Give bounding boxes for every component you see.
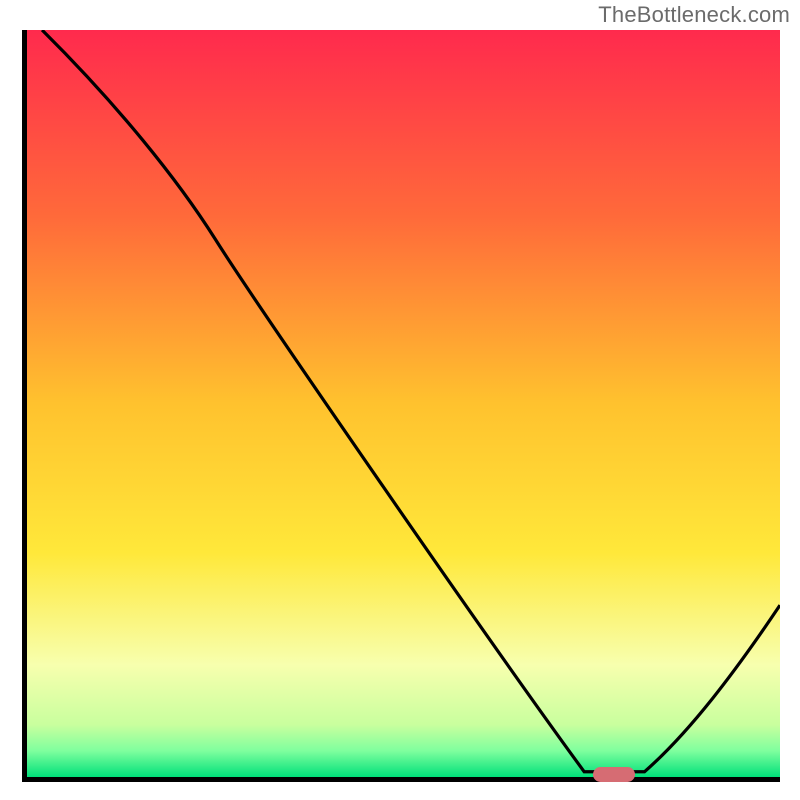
curve-path — [42, 30, 780, 772]
plot-area — [22, 30, 780, 782]
optimal-marker — [593, 767, 635, 782]
bottleneck-curve — [27, 30, 780, 777]
watermark-text: TheBottleneck.com — [598, 2, 790, 28]
